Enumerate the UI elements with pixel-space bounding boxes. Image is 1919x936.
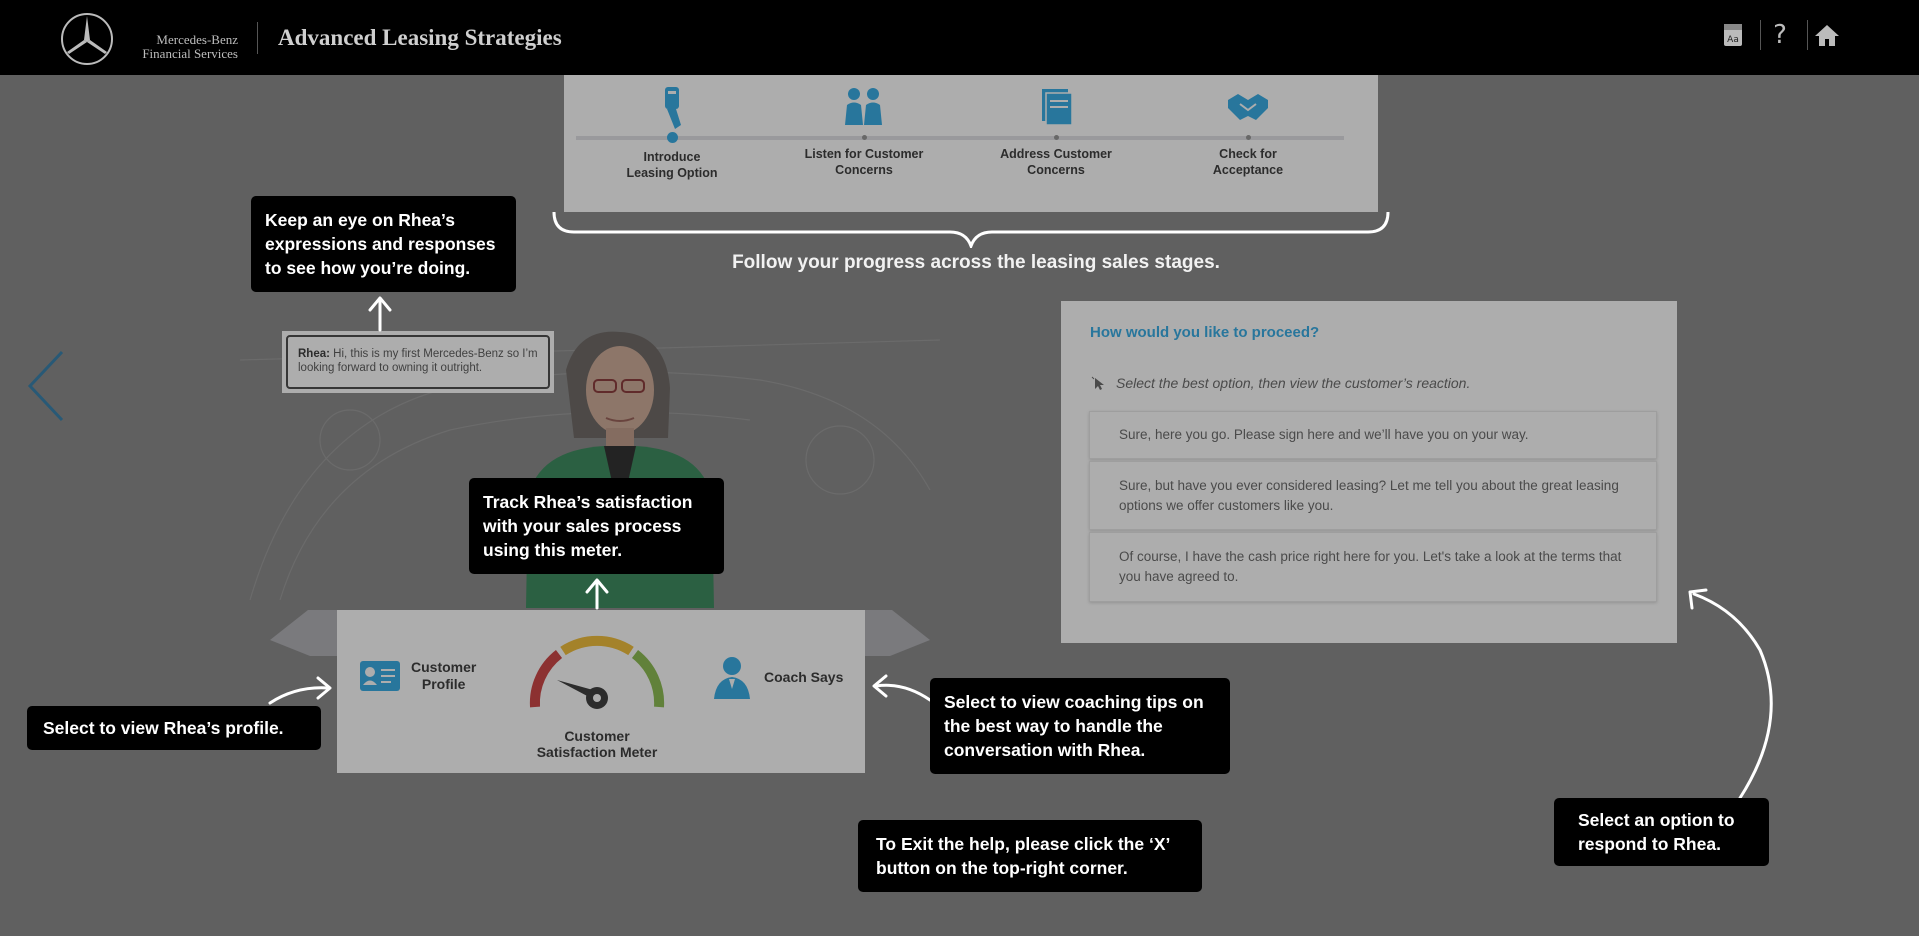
callout-coach: Select to view coaching tips on the best… bbox=[930, 678, 1230, 774]
stage-label: Concerns bbox=[835, 163, 893, 177]
instruction-text: Select the best option, then view the cu… bbox=[1116, 375, 1471, 391]
app-header: Mercedes-Benz Financial Services Advance… bbox=[0, 0, 1919, 75]
handshake-icon bbox=[1228, 94, 1268, 120]
stage-label: Concerns bbox=[1027, 163, 1085, 177]
meter-label: Satisfaction Meter bbox=[536, 744, 658, 760]
coach-says-button[interactable]: Coach Says bbox=[712, 655, 862, 699]
help-icon: ? bbox=[1773, 20, 1787, 50]
help-button[interactable]: ? bbox=[1765, 20, 1795, 50]
speaker-name: Rhea: bbox=[298, 348, 330, 360]
stage-label: Check for bbox=[1219, 147, 1277, 161]
profile-label: Customer bbox=[411, 659, 477, 675]
header-separator bbox=[1760, 20, 1761, 50]
callout-select-option: Select an option to respond to Rhea. bbox=[1554, 798, 1769, 866]
stage-label: Address Customer bbox=[1000, 147, 1112, 161]
answer-options: Sure, here you go. Please sign here and … bbox=[1089, 411, 1657, 604]
previous-arrow-icon[interactable] bbox=[26, 350, 66, 422]
satisfaction-gauge bbox=[529, 635, 665, 709]
key-fob-icon bbox=[665, 87, 681, 129]
home-button[interactable] bbox=[1812, 20, 1842, 50]
progress-caption: Follow your progress across the leasing … bbox=[732, 252, 1220, 273]
people-talking-icon bbox=[845, 88, 882, 125]
stage-listen-concerns: Listen for Customer Concerns bbox=[789, 85, 939, 178]
mercedes-star-logo bbox=[61, 13, 113, 65]
stage-marker bbox=[1053, 135, 1059, 140]
callout-exit-help: To Exit the help, please click the ‘X’ b… bbox=[858, 820, 1202, 892]
brand-name: Mercedes-Benz Financial Services bbox=[130, 33, 238, 61]
option-text: Of course, I have the cash price right h… bbox=[1119, 549, 1622, 584]
glossary-icon: Aa bbox=[1724, 24, 1742, 46]
pointer-click-icon bbox=[1091, 376, 1104, 390]
stage-label: Acceptance bbox=[1212, 163, 1284, 177]
option-text: Sure, but have you ever considered leasi… bbox=[1119, 477, 1619, 513]
answer-option[interactable]: Sure, but have you ever considered leasi… bbox=[1089, 461, 1657, 530]
speech-text: Hi, this is my first Mercedes-Benz so I’… bbox=[298, 348, 538, 374]
meter-label: Customer bbox=[564, 728, 630, 744]
question-title: How would you like to proceed? bbox=[1090, 324, 1320, 341]
customer-profile-button[interactable]: Customer Profile bbox=[359, 658, 489, 694]
stage-marker bbox=[861, 135, 867, 140]
coach-label: Coach Says bbox=[764, 668, 844, 685]
stage-marker bbox=[1245, 135, 1251, 140]
app-title: Advanced Leasing Strategies bbox=[278, 25, 562, 50]
glossary-button[interactable]: Aa bbox=[1718, 20, 1748, 50]
header-separator bbox=[1807, 20, 1808, 50]
svg-text:Aa: Aa bbox=[1727, 35, 1739, 45]
header-divider bbox=[257, 22, 258, 54]
answer-option[interactable]: Sure, here you go. Please sign here and … bbox=[1089, 411, 1657, 459]
question-panel: How would you like to proceed? Select th… bbox=[1061, 301, 1677, 643]
stage-bracket bbox=[552, 211, 1390, 248]
customer-speech-bubble: Rhea: Hi, this is my first Mercedes-Benz… bbox=[282, 331, 554, 393]
stage-introduce-leasing: Introduce Leasing Option bbox=[597, 85, 747, 181]
satisfaction-meter-label: Customer Satisfaction Meter bbox=[497, 728, 697, 760]
stage-label: Introduce bbox=[643, 150, 701, 164]
profile-card-icon bbox=[360, 661, 400, 691]
coach-person-icon bbox=[714, 657, 750, 699]
callout-satisfaction-meter: Track Rhea’s satisfaction with your sale… bbox=[469, 478, 724, 574]
meter-bar: Customer Profile Customer Satisfaction M… bbox=[337, 610, 865, 773]
callout-expressions: Keep an eye on Rhea’s expressions and re… bbox=[251, 196, 516, 292]
option-text: Sure, here you go. Please sign here and … bbox=[1119, 427, 1529, 442]
brand-line-2: Financial Services bbox=[142, 46, 238, 61]
documents-icon bbox=[1042, 89, 1073, 126]
stage-label: Leasing Option bbox=[626, 166, 718, 180]
callout-profile: Select to view Rhea’s profile. bbox=[27, 706, 321, 750]
sales-stage-tracker: Introduce Leasing Option Listen for Cust… bbox=[564, 75, 1378, 212]
home-icon bbox=[1815, 25, 1839, 46]
answer-option[interactable]: Of course, I have the cash price right h… bbox=[1089, 532, 1657, 602]
stage-address-concerns: Address Customer Concerns bbox=[981, 85, 1131, 178]
profile-label: Profile bbox=[421, 676, 466, 692]
stage-label: Listen for Customer bbox=[804, 147, 924, 161]
stage-marker-active bbox=[666, 132, 678, 143]
question-instruction: Select the best option, then view the cu… bbox=[1090, 375, 1470, 391]
stage-check-acceptance: Check for Acceptance bbox=[1173, 85, 1323, 178]
brand-line-1: Mercedes-Benz bbox=[156, 32, 238, 47]
